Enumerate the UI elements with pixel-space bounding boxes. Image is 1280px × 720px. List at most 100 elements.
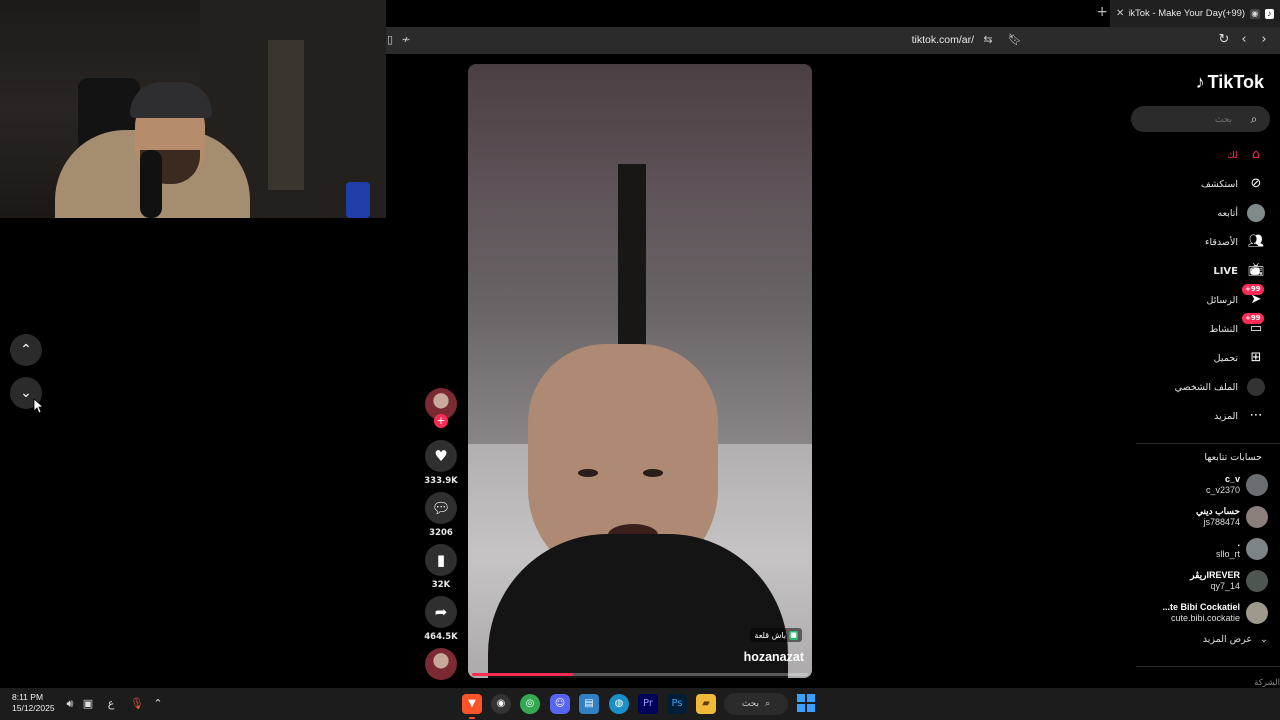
show-more-button[interactable]: ⌄ عرض المزيد [1203,634,1268,645]
search-box[interactable]: ⌕ [1131,106,1270,132]
more-icon: ⋯ [1249,408,1263,423]
video-progress-bar[interactable] [472,673,808,676]
share-icon: ➦ [434,603,448,621]
premiere-pro-icon[interactable]: Pr [638,694,658,714]
save-count: 32K [431,580,451,590]
site-settings-icon[interactable]: ⇆ [980,32,996,48]
photoshop-icon[interactable]: Ps [667,694,687,714]
followed-account[interactable]: حساب ديني js788474 [1196,504,1268,530]
comment-button[interactable]: 💬︎ [425,492,457,524]
show-more-label: عرض المزيد [1202,634,1253,645]
language-indicator[interactable]: ع [103,696,119,712]
browser-tab-tiktok[interactable]: ♪ ◉ (99+)TikTok - Make Your Day ✕ [1110,0,1280,27]
nav-following[interactable]: أتابعه [1218,202,1267,224]
back-icon[interactable]: ‹ [1236,32,1252,48]
tab-title: (99+)TikTok - Make Your Day [1129,8,1246,19]
account-username: IREVERريڤر [1190,570,1240,580]
url-field[interactable]: tiktok.com/ar/ [912,34,974,46]
webcam-overlay [0,0,386,218]
nav-activity[interactable]: ▭ +99 النشاط [1209,313,1266,340]
activity-icon: ▭ +99 [1242,313,1266,339]
avatar [1246,506,1268,528]
followed-account[interactable]: IREVERريڤر qy7_14 [1190,568,1268,594]
nav-explore[interactable]: ⊘ استكشف [1201,173,1266,195]
video-frame-content [643,469,663,477]
nav-friends[interactable]: 👥︎ الأصدقاء [1205,231,1266,253]
nav-more[interactable]: ⋯ المزيد [1214,405,1266,427]
app-window-icon[interactable]: ▤ [579,694,599,714]
nav-messages[interactable]: ➤ +99 الرسائل [1207,284,1266,311]
obs-icon[interactable]: ◉ [491,694,511,714]
reload-icon[interactable]: ↻ [1216,32,1232,48]
home-icon: ⌂ [1251,147,1261,162]
follow-button[interactable]: + [434,414,448,428]
audio-playing-icon[interactable]: ◉ [1250,8,1260,19]
sidebar-divider [1136,443,1280,444]
windows-taskbar: 8:11 PM 15/12/2025 🔊︎ ▣ ع 🎙︎ ⌃ ▼ ◉ ◎ ☺ ▤… [0,688,1280,720]
account-username: حساب ديني [1195,506,1240,516]
tiktok-favicon-icon: ♪ [1264,8,1274,19]
friends-icon: 👥︎ [1247,234,1265,249]
chevron-up-icon: ⌃ [20,342,32,358]
avatar [1246,474,1268,496]
taskbar-search[interactable]: ⌕ بحث [724,693,788,715]
video-location-tag[interactable]: ■ باش قلعة [750,628,802,642]
nav-label: استكشف [1200,178,1238,190]
windows-start-button[interactable] [797,694,815,712]
nav-label: LIVE [1213,265,1238,277]
bookmark-icon[interactable]: 🔖︎ [1007,32,1023,48]
like-button[interactable]: ♥ [425,440,457,472]
volume-icon[interactable]: 🔊︎ [62,696,78,712]
sidebar: ♪ TikTok ⌕ ⌂ لك ⊘ استكشف أتابعه 👥︎ الأصد… [1130,54,1280,688]
video-player[interactable]: ■ باش قلعة hozanazat [468,64,812,678]
followed-account[interactable]: c_v c_v2370 [1206,472,1268,498]
tag-icon: ■ [789,630,798,640]
nav-for-you[interactable]: ⌂ لك [1227,144,1266,166]
nav-label: المزيد [1214,410,1238,422]
chrome-icon[interactable]: ◎ [520,694,540,714]
discord-icon[interactable]: ☺ [550,694,570,714]
video-progress-fill [472,673,573,676]
microphone-icon[interactable]: 🎙︎ [129,696,145,712]
tiktok-logo[interactable]: ♪ TikTok [1196,72,1264,93]
video-tag-label: باش قلعة [754,630,786,640]
share-button[interactable]: ➦ [425,596,457,628]
tray-overflow-icon[interactable]: ⌃ [150,696,166,712]
search-input[interactable] [1152,110,1232,128]
shields-icon[interactable]: ≁ [398,32,414,48]
network-icon[interactable]: ▣ [80,696,96,712]
sound-avatar[interactable] [425,648,457,680]
following-accounts-title: حسابات تتابعها [1204,452,1262,463]
live-icon: 📺︎ [1247,263,1265,278]
video-author[interactable]: hozanazat [744,650,804,664]
close-tab-icon[interactable]: ✕ [1116,8,1124,19]
nav-profile[interactable]: الملف الشخصي [1175,376,1266,398]
company-link[interactable]: الشركة [1254,678,1280,688]
save-button[interactable]: ▮ [425,544,457,576]
chevron-down-icon: ⌄ [20,385,32,401]
nav-live[interactable]: 📺︎ LIVE [1213,260,1266,282]
nav-upload[interactable]: ⊞ تحميل [1214,347,1266,369]
previous-video-button[interactable]: ⌃ [10,334,42,366]
following-avatar-icon [1246,203,1266,223]
globe-app-icon[interactable]: ◍ [609,694,629,714]
microphone [140,150,162,218]
followed-account[interactable]: te Bibi Cockatiel... cute.bibi.cockatie [1162,600,1268,626]
new-tab-button[interactable]: + [1096,4,1108,20]
mouse-cursor-icon [33,398,43,414]
forward-icon[interactable]: › [1256,32,1272,48]
activity-badge: +99 [1242,313,1264,324]
brave-browser-icon[interactable]: ▼ [462,694,482,714]
share-count: 464.5K [424,632,458,642]
profile-avatar-icon [1246,377,1266,397]
followed-account[interactable]: . sllo_rt [1216,536,1268,562]
account-username: c_v [1224,474,1240,484]
account-name: c_v2370 [1205,485,1240,495]
taskbar-clock[interactable]: 8:11 PM 15/12/2025 [12,692,55,714]
avatar [1246,538,1268,560]
nav-label: النشاط [1209,323,1238,335]
file-explorer-icon[interactable]: ▰ [696,694,716,714]
account-name: sllo_rt [1215,549,1240,559]
search-icon[interactable]: ⌕ [1246,111,1262,127]
nav-label: أتابعه [1217,207,1239,219]
